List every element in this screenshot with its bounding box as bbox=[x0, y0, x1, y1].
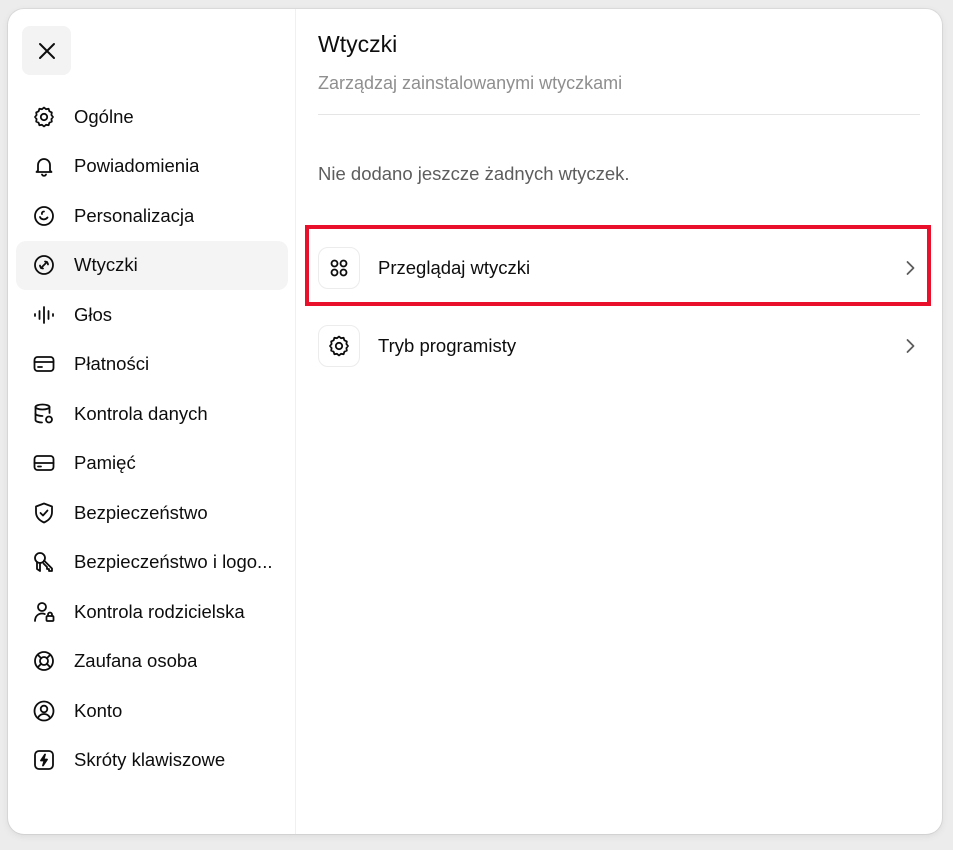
sidebar-item-label: Płatności bbox=[74, 353, 150, 375]
row-label: Przeglądaj wtyczki bbox=[378, 257, 531, 278]
sidebar: Ogólne Powiadomienia Personalizacja Wtyc… bbox=[8, 9, 296, 834]
apps-grid-icon bbox=[318, 247, 360, 289]
voice-icon bbox=[32, 303, 56, 327]
developer-mode-row[interactable]: Tryb programisty bbox=[318, 323, 920, 369]
sidebar-item-label: Wtyczki bbox=[74, 254, 138, 276]
sidebar-item-label: Skróty klawiszowe bbox=[74, 749, 226, 771]
bell-icon bbox=[32, 154, 56, 178]
sidebar-item-skroty-klawiszowe[interactable]: Skróty klawiszowe bbox=[16, 736, 288, 786]
page-subtitle: Zarządzaj zainstalowanymi wtyczkami bbox=[318, 73, 623, 93]
parent-icon bbox=[32, 600, 56, 624]
sidebar-item-label: Personalizacja bbox=[74, 204, 195, 226]
sidebar-item-label: Zaufana osoba bbox=[74, 650, 198, 672]
sidebar-item-konto[interactable]: Konto bbox=[16, 686, 288, 736]
settings-dialog: Ogólne Powiadomienia Personalizacja Wtyc… bbox=[8, 9, 942, 834]
gear-icon bbox=[318, 325, 360, 367]
shield-icon bbox=[32, 501, 56, 525]
sidebar-item-glos[interactable]: Głos bbox=[16, 290, 288, 340]
smile-icon bbox=[32, 204, 56, 228]
sidebar-item-label: Bezpieczeństwo bbox=[74, 501, 208, 523]
browse-plugins-row[interactable]: Przeglądaj wtyczki bbox=[318, 245, 920, 291]
sidebar-item-wtyczki[interactable]: Wtyczki bbox=[16, 240, 288, 290]
sidebar-item-label: Powiadomienia bbox=[74, 155, 200, 177]
gear-icon bbox=[32, 105, 56, 129]
chevron-right-icon bbox=[900, 258, 920, 278]
close-button[interactable] bbox=[22, 26, 71, 75]
sidebar-item-bezpieczenstwo[interactable]: Bezpieczeństwo bbox=[16, 488, 288, 538]
sidebar-item-powiadomienia[interactable]: Powiadomienia bbox=[16, 142, 288, 192]
memory-icon bbox=[32, 451, 56, 475]
sidebar-nav: Ogólne Powiadomienia Personalizacja Wtyc… bbox=[16, 92, 288, 785]
key-icon bbox=[32, 550, 56, 574]
close-icon bbox=[38, 42, 55, 59]
empty-state-message: Nie dodano jeszcze żadnych wtyczek. bbox=[318, 163, 630, 184]
sidebar-item-pamiec[interactable]: Pamięć bbox=[16, 439, 288, 489]
sidebar-item-label: Głos bbox=[74, 303, 113, 325]
lifebuoy-icon bbox=[32, 649, 56, 673]
chevron-right-icon bbox=[900, 336, 920, 356]
divider bbox=[318, 114, 920, 115]
sidebar-item-personalizacja[interactable]: Personalizacja bbox=[16, 191, 288, 241]
sidebar-item-zaufana-osoba[interactable]: Zaufana osoba bbox=[16, 637, 288, 687]
sidebar-item-label: Kontrola rodzicielska bbox=[74, 600, 245, 622]
sidebar-item-kontrola-danych[interactable]: Kontrola danych bbox=[16, 389, 288, 439]
sidebar-item-bezpieczenstwo-logowania[interactable]: Bezpieczeństwo i logo... bbox=[16, 538, 288, 588]
sidebar-item-label: Kontrola danych bbox=[74, 402, 208, 424]
database-icon bbox=[32, 402, 56, 426]
sidebar-item-label: Konto bbox=[74, 699, 123, 721]
bolt-icon bbox=[32, 748, 56, 772]
user-icon bbox=[32, 699, 56, 723]
plugin-icon bbox=[32, 253, 56, 277]
row-label: Tryb programisty bbox=[378, 335, 517, 356]
sidebar-item-ogolne[interactable]: Ogólne bbox=[16, 92, 288, 142]
sidebar-item-label: Ogólne bbox=[74, 105, 134, 127]
sidebar-item-label: Bezpieczeństwo i logo... bbox=[74, 551, 273, 573]
page-title: Wtyczki bbox=[318, 31, 398, 57]
card-icon bbox=[32, 352, 56, 376]
sidebar-item-platnosci[interactable]: Płatności bbox=[16, 340, 288, 390]
sidebar-item-kontrola-rodzicielska[interactable]: Kontrola rodzicielska bbox=[16, 587, 288, 637]
sidebar-item-label: Pamięć bbox=[74, 452, 136, 474]
